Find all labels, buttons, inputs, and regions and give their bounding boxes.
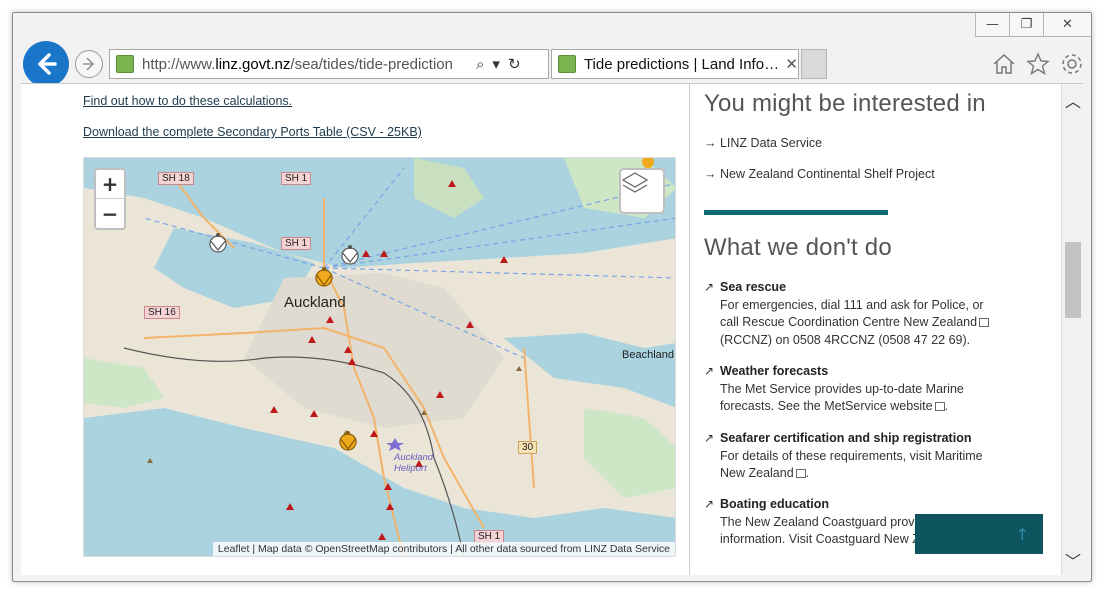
url-prefix: http://www.: [142, 55, 216, 73]
body-text: The Met Service provides up-to-date Mari…: [720, 381, 964, 414]
zoom-in-button[interactable]: +: [96, 170, 124, 199]
dropdown-icon[interactable]: ▾: [492, 55, 500, 73]
maximize-button[interactable]: ❐: [1009, 13, 1043, 37]
url-domain: linz.govt.nz: [215, 55, 291, 73]
vertical-scrollbar[interactable]: ︿ ﹀: [1061, 84, 1083, 575]
item-title: Sea rescue: [720, 280, 787, 294]
dont-do-heading: What we don't do: [704, 234, 892, 261]
continental-shelf-link[interactable]: → New Zealand Continental Shelf Project: [704, 167, 935, 181]
sidebar: You might be interested in → LINZ Data S…: [689, 84, 1061, 575]
scroll-down-icon[interactable]: ﹀: [1065, 548, 1081, 572]
item-body: For details of these requirements, visit…: [720, 448, 1004, 483]
url-path: /sea/tides/tide-prediction: [290, 55, 453, 73]
section-divider-bar: [704, 210, 888, 215]
url-text[interactable]: http://www.linz.govt.nz/sea/tides/tide-p…: [142, 56, 468, 73]
site-favicon-icon: [116, 55, 134, 73]
body-text-cont: (RCCNZ) on 0508 4RCCNZ (0508 47 22 69).: [720, 332, 971, 347]
calculations-link[interactable]: Find out how to do these calculations.: [83, 94, 292, 108]
item-weather: ↗ Weather forecasts The Met Service prov…: [704, 363, 1004, 416]
tide-map[interactable]: + − Auckland Beachland Auckland Heliport…: [83, 157, 676, 557]
scroll-thumb[interactable]: [1065, 242, 1081, 318]
toolbar-icons: [991, 51, 1085, 77]
map-label-beachland: Beachland: [622, 349, 674, 361]
map-tiles: [84, 158, 675, 556]
layers-icon: [621, 172, 649, 193]
new-tab-button[interactable]: [801, 49, 827, 79]
road-sh16: SH 16: [144, 306, 180, 319]
body-text: For emergencies, dial 111 and ask for Po…: [720, 297, 984, 330]
search-icon[interactable]: ⌕: [476, 55, 484, 73]
item-seafarer: ↗ Seafarer certification and ship regist…: [704, 430, 1004, 483]
forward-arrow-icon: [83, 57, 95, 71]
item-title: Weather forecasts: [720, 364, 829, 378]
interested-heading: You might be interested in: [704, 90, 986, 117]
body-text-cont: .: [805, 466, 810, 480]
link-label: New Zealand Continental Shelf Project: [719, 167, 935, 181]
external-arrow-icon: ↗: [704, 497, 715, 511]
tab-tide-predictions[interactable]: Tide predictions | Land Info… ✕: [551, 49, 799, 79]
back-arrow-icon: [38, 53, 57, 75]
road-sh1-mid: SH 1: [281, 237, 312, 250]
refresh-icon[interactable]: ↻: [508, 55, 521, 73]
external-arrow-icon: ↗: [704, 280, 715, 294]
back-button[interactable]: [23, 41, 69, 87]
window-controls: — ❐ ✕: [975, 13, 1091, 37]
favorites-star-icon[interactable]: [1025, 51, 1051, 77]
main-column: Find out how to do these calculations. D…: [21, 84, 689, 575]
back-to-top-button[interactable]: ↑: [915, 514, 1043, 554]
minimize-button[interactable]: —: [975, 13, 1009, 37]
tab-favicon-icon: [558, 55, 576, 73]
road-sh18: SH 18: [158, 172, 194, 185]
link-label: LINZ Data Service: [719, 136, 823, 150]
forward-button[interactable]: [75, 50, 103, 78]
map-attribution: Leaflet | Map data © OpenStreetMap contr…: [212, 542, 675, 556]
zoom-control: + −: [94, 168, 126, 230]
map-label-heliport: Auckland Heliport: [394, 452, 434, 474]
item-title: Boating education: [720, 497, 830, 511]
map-label-auckland: Auckland: [284, 294, 346, 311]
external-link-icon[interactable]: [795, 469, 806, 479]
item-title: Seafarer certification and ship registra…: [720, 431, 972, 445]
close-window-button[interactable]: ✕: [1043, 13, 1091, 37]
zoom-out-button[interactable]: −: [96, 199, 124, 228]
address-bar[interactable]: http://www.linz.govt.nz/sea/tides/tide-p…: [109, 49, 549, 79]
body-text: For details of these requirements, visit…: [720, 448, 983, 481]
download-csv-link[interactable]: Download the complete Secondary Ports Ta…: [83, 125, 422, 139]
layers-button[interactable]: [619, 168, 665, 214]
home-icon[interactable]: [991, 51, 1017, 77]
external-link-icon[interactable]: [979, 318, 990, 328]
road-sh1-top: SH 1: [281, 172, 312, 185]
item-body: For emergencies, dial 111 and ask for Po…: [720, 297, 1004, 350]
arrow-right-icon: →: [704, 136, 717, 150]
browser-window: — ❐ ✕ http://www.linz.govt.nz/sea/tides/…: [12, 12, 1092, 582]
scroll-up-icon[interactable]: ︿: [1065, 88, 1081, 112]
body-text-cont: .: [944, 399, 949, 413]
road-30: 30: [518, 441, 538, 454]
tab-close-icon[interactable]: ✕: [785, 55, 798, 73]
linz-data-service-link[interactable]: → LINZ Data Service: [704, 136, 822, 150]
arrow-right-icon: →: [704, 167, 717, 181]
item-body: The Met Service provides up-to-date Mari…: [720, 381, 1004, 416]
external-arrow-icon: ↗: [704, 364, 715, 378]
page-content: Find out how to do these calculations. D…: [21, 83, 1083, 575]
external-arrow-icon: ↗: [704, 431, 715, 445]
settings-gear-icon[interactable]: [1059, 51, 1085, 77]
item-sea-rescue: ↗ Sea rescue For emergencies, dial 111 a…: [704, 279, 1004, 349]
tab-title: Tide predictions | Land Info…: [583, 55, 780, 73]
external-link-icon[interactable]: [934, 402, 945, 412]
